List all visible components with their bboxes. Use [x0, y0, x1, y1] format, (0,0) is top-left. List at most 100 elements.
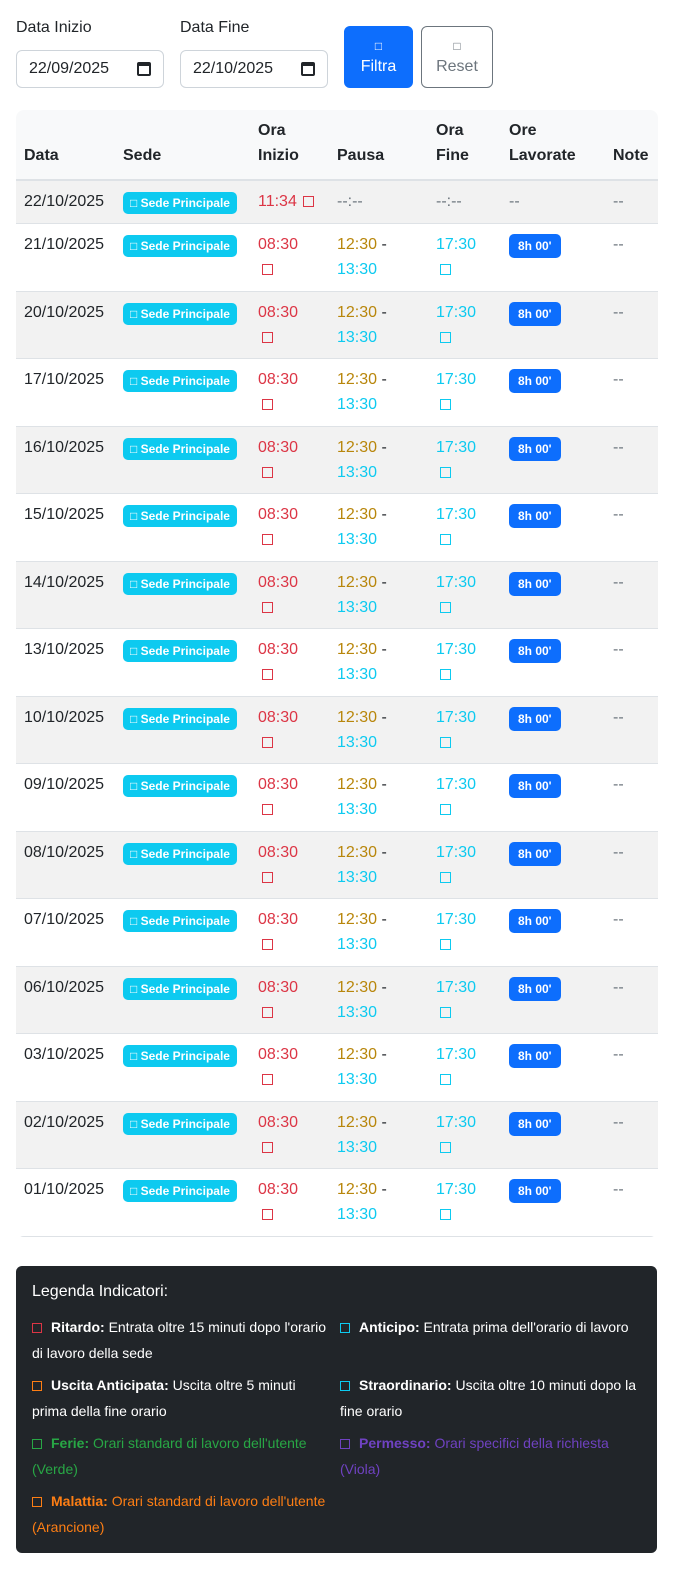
exit-indicator-icon — [440, 264, 451, 276]
table-row: 14/10/2025 □ Sede Principale 08:30 12:30 - 1… — [16, 561, 658, 629]
late-indicator-icon — [262, 399, 273, 411]
row-date: 22/10/2025 — [16, 180, 115, 224]
legend-item-straordinario: Straordinario: Uscita oltre 10 minuti do… — [340, 1372, 640, 1424]
worked-hours-badge: 8h 00' — [509, 976, 561, 1001]
exit-indicator-icon — [440, 601, 451, 613]
ritardo-icon — [32, 1323, 42, 1333]
calendar-icon[interactable] — [137, 62, 151, 76]
pause-end: 13:30 — [337, 463, 378, 481]
row-date: 15/10/2025 — [16, 493, 115, 562]
late-indicator-icon — [262, 264, 273, 276]
legend-item-ferie: Ferie: Orari standard di lavoro dell'ute… — [32, 1430, 332, 1482]
filter-button[interactable]: □ Filtra — [344, 26, 413, 88]
table-row: 20/10/2025 □ Sede Principale 08:30 12:30 - 1… — [16, 291, 658, 359]
table-row: 06/10/2025 □ Sede Principale 08:30 12:30 - 1… — [16, 966, 658, 1034]
row-date: 02/10/2025 — [16, 1101, 115, 1169]
end-date-input[interactable]: 22/10/2025 — [180, 50, 328, 88]
pause-start: 12:30 — [337, 708, 378, 726]
late-indicator-icon — [262, 669, 273, 681]
worked-hours-badge: 8h 00' — [509, 234, 561, 258]
legend-label: Ferie: — [51, 1435, 90, 1451]
worked-hours-badge: 8h 00' — [509, 301, 561, 326]
start-date-value: 22/09/2025 — [29, 60, 110, 77]
reset-button[interactable]: □ Reset — [421, 26, 493, 88]
legend-label: Straordinario: — [359, 1377, 452, 1393]
table-row: 02/10/2025 □ Sede Principale 08:30 12:30 - 1… — [16, 1101, 658, 1169]
start-time: 08:30 — [258, 708, 299, 726]
reset-button-label: Reset — [436, 58, 478, 75]
pause-start: 12:30 — [337, 1046, 378, 1063]
worked-hours-badge: 8h 00' — [509, 909, 561, 933]
malattia-icon — [32, 1497, 42, 1507]
straordinario-icon — [340, 1381, 350, 1391]
start-time: 08:30 — [258, 1046, 299, 1063]
legend-title: Legenda Indicatori: — [32, 1283, 169, 1300]
start-time: 08:30 — [258, 236, 299, 253]
start-date-input[interactable]: 22/09/2025 — [16, 50, 164, 88]
sede-badge: □ Sede Principale — [123, 640, 237, 662]
sede-badge: □ Sede Principale — [123, 302, 237, 325]
start-time: 08:30 — [258, 438, 299, 456]
pause-start: 12:30 — [337, 776, 378, 793]
row-note: -- — [605, 1033, 658, 1102]
pause-separator: - — [377, 641, 387, 658]
pause-time: --:-- — [329, 180, 428, 224]
pause-end: 13:30 — [337, 598, 378, 616]
pause-separator: - — [377, 371, 387, 388]
pause-end: 13:30 — [337, 531, 378, 548]
exit-indicator-icon — [440, 331, 451, 343]
late-indicator-icon — [262, 804, 273, 816]
calendar-icon[interactable] — [301, 62, 315, 76]
late-indicator-icon — [262, 1209, 273, 1221]
sede-badge: □ Sede Principale — [123, 775, 237, 797]
table-row: 16/10/2025 □ Sede Principale 08:30 12:30 - 1… — [16, 426, 658, 494]
sede-badge: □ Sede Principale — [123, 370, 237, 392]
late-indicator-icon — [262, 601, 273, 613]
table-row: 21/10/2025 □ Sede Principale 08:30 12:30 - 1… — [16, 223, 658, 292]
row-note: -- — [605, 223, 658, 292]
pause-end: 13:30 — [337, 1138, 378, 1156]
row-note: -- — [605, 966, 658, 1034]
filter-bar: Data Inizio 22/09/2025 Data Fine 22/10/2… — [16, 18, 664, 90]
row-note: -- — [605, 291, 658, 359]
start-time: 08:30 — [258, 843, 299, 861]
worked-hours-badge: 8h 00' — [509, 706, 561, 731]
pause-separator: - — [377, 303, 387, 321]
permesso-icon — [340, 1439, 350, 1449]
sede-badge: □ Sede Principale — [123, 572, 237, 595]
table-row: 08/10/2025 □ Sede Principale 08:30 12:30 - 1… — [16, 831, 658, 899]
sede-badge: □ Sede Principale — [123, 977, 237, 1000]
pause-start: 12:30 — [337, 641, 378, 658]
attendance-table: Data Sede Ora Inizio Pausa Ora Fine Ore … — [16, 110, 658, 1237]
header-pausa: Pausa — [329, 110, 428, 181]
pause-separator: - — [377, 438, 387, 456]
pause-start: 12:30 — [337, 506, 378, 523]
pause-start: 12:30 — [337, 371, 378, 388]
row-date: 06/10/2025 — [16, 966, 115, 1034]
end-time: 17:30 — [436, 911, 477, 928]
worked-hours-badge: 8h 00' — [509, 369, 561, 393]
table-row: 15/10/2025 □ Sede Principale 08:30 12:30 - 1… — [16, 493, 658, 562]
late-indicator-icon — [262, 871, 273, 883]
end-time: 17:30 — [436, 708, 477, 726]
row-date: 13/10/2025 — [16, 628, 115, 697]
pause-separator: - — [377, 1113, 387, 1131]
end-time: --:-- — [428, 180, 501, 224]
exit-indicator-icon — [440, 804, 451, 816]
sede-badge: □ Sede Principale — [123, 707, 237, 730]
legend-item-malattia: Malattia: Orari standard di lavoro dell'… — [32, 1488, 332, 1540]
pause-separator: - — [377, 776, 387, 793]
table-row: 17/10/2025 □ Sede Principale 08:30 12:30 - 1… — [16, 358, 658, 427]
row-note: -- — [605, 1101, 658, 1169]
legend-item-uscita-anticipata: Uscita Anticipata: Uscita oltre 5 minuti… — [32, 1372, 332, 1424]
end-time: 17:30 — [436, 641, 477, 658]
late-indicator-icon — [262, 466, 273, 478]
row-date: 07/10/2025 — [16, 898, 115, 967]
header-data: Data — [16, 110, 115, 181]
start-time: 08:30 — [258, 506, 299, 523]
exit-indicator-icon — [440, 939, 451, 951]
start-time: 08:30 — [258, 1181, 299, 1198]
header-ora-fine: Ora Fine — [428, 110, 501, 181]
legend-item-ritardo: Ritardo: Entrata oltre 15 minuti dopo l'… — [32, 1314, 332, 1366]
worked-hours: -- — [501, 180, 605, 224]
